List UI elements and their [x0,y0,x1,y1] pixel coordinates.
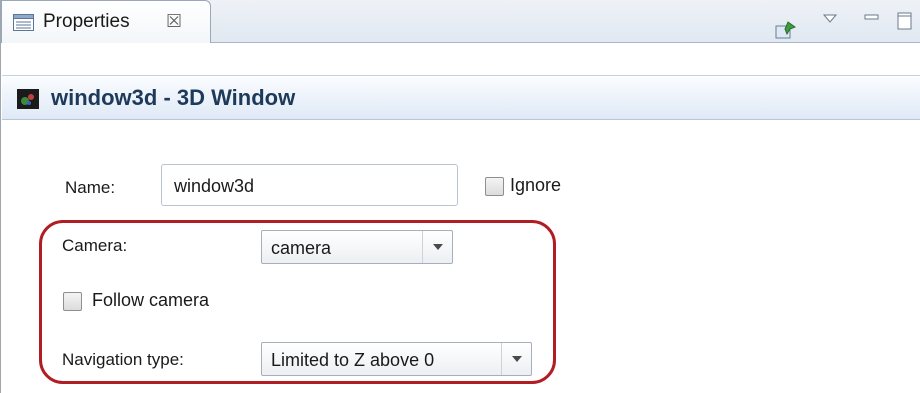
tab-strip: Properties ☒ [1,0,920,43]
view-menu-icon[interactable] [823,14,837,24]
follow-camera-checkbox[interactable] [63,292,82,311]
close-icon[interactable]: ☒ [166,10,182,32]
camera-label: Camera: [62,236,128,255]
chevron-down-icon [433,244,443,250]
properties-view: Properties ☒ window3d - 3D Window Name: … [0,0,920,393]
name-field[interactable]: window3d [161,164,458,206]
name-label: Name: [65,178,116,197]
ignore-label: Ignore [510,175,562,195]
maximize-icon[interactable] [897,12,913,30]
navigation-dropdown-button[interactable] [501,343,531,375]
minimize-icon[interactable] [864,12,880,22]
navigation-type-value: Limited to Z above 0 [271,350,435,370]
navigation-type-dropdown[interactable]: Limited to Z above 0 [261,342,532,376]
section-title-bar: window3d - 3D Window [2,75,920,120]
window3d-icon [17,89,39,109]
camera-dropdown[interactable]: camera [261,230,453,264]
tab-label: Properties [43,11,130,32]
tab-properties[interactable]: Properties ☒ [1,0,211,43]
follow-camera-label: Follow camera [92,290,210,310]
pin-icon[interactable] [775,20,797,40]
ignore-checkbox[interactable] [485,177,504,196]
camera-dropdown-button[interactable] [422,231,452,263]
navigation-type-label: Navigation type: [62,350,184,369]
properties-icon [13,14,34,31]
camera-value: camera [271,238,332,258]
chevron-down-icon [512,356,522,362]
page-title: window3d - 3D Window [51,85,296,110]
